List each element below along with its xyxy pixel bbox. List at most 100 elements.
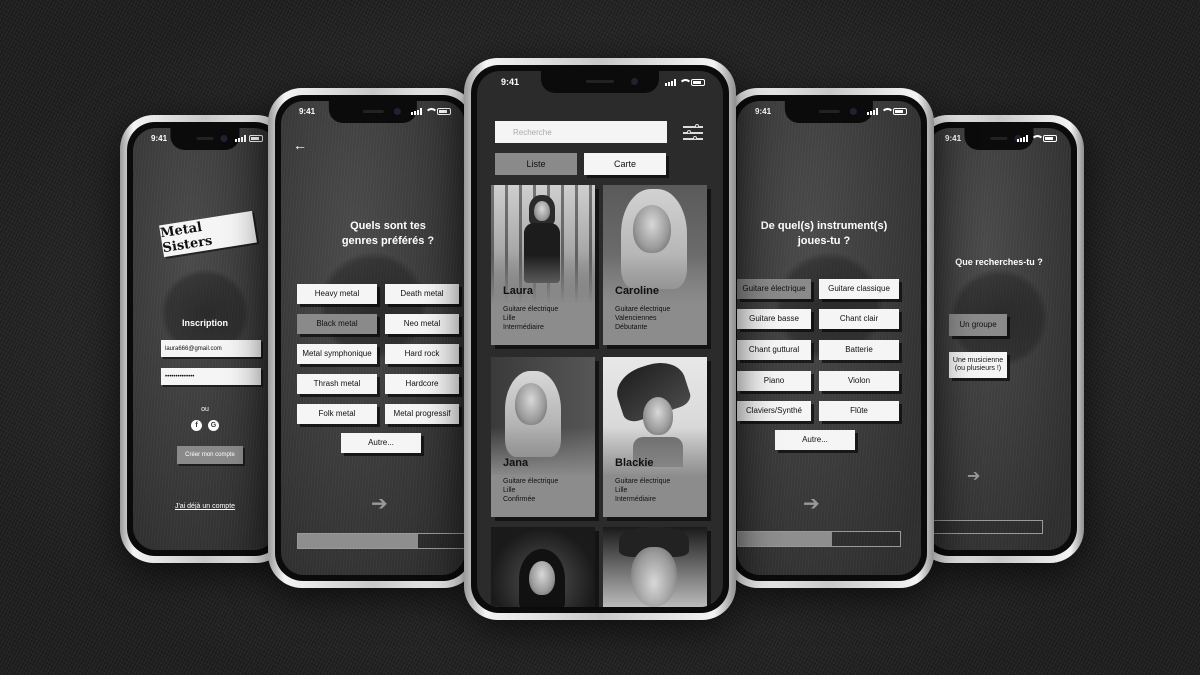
status-time: 9:41: [755, 107, 772, 116]
other-instrument-button[interactable]: Autre...: [775, 430, 855, 450]
instrument-option[interactable]: Guitare classique: [819, 279, 899, 299]
signal-icon: [867, 108, 878, 115]
back-arrow-icon[interactable]: ←: [293, 137, 307, 153]
profile-instrument: Guitare électrique: [503, 478, 559, 485]
profile-name: Blackie: [615, 457, 654, 469]
genre-option[interactable]: Folk metal: [297, 404, 377, 424]
musician-option[interactable]: Une musicienne (ou plusieurs !): [949, 352, 1007, 378]
wifi-icon: [679, 78, 692, 86]
instrument-option[interactable]: Batterie: [819, 340, 899, 360]
profile-level: Intermédiaire: [503, 324, 544, 332]
status-bar: 9:41: [927, 134, 1071, 143]
instrument-option[interactable]: Violon: [819, 371, 899, 391]
profile-card-jana[interactable]: Jana Guitare électrique Lille Confirmée: [491, 357, 595, 517]
profile-name: Laura: [503, 285, 533, 297]
search-type-screen: 9:41 Que recherches-tu ? Un groupe Une m…: [927, 128, 1071, 550]
search-input[interactable]: Recherche: [495, 121, 667, 143]
genre-option[interactable]: Heavy metal: [297, 284, 377, 304]
profile-city: Lille: [503, 315, 516, 323]
genre-option-selected[interactable]: Black metal: [297, 314, 377, 334]
genres-screen: 9:41 ← Quels sont tes genres préférés ? …: [281, 101, 465, 575]
battery-icon: [437, 108, 451, 115]
google-icon[interactable]: G: [208, 420, 219, 431]
battery-icon: [1043, 135, 1057, 142]
progress-bar: [297, 533, 465, 549]
phone-genres: 9:41 ← Quels sont tes genres préférés ? …: [268, 88, 478, 588]
group-option-selected[interactable]: Un groupe: [949, 314, 1007, 336]
profile-card-blackie[interactable]: Blackie Guitare électrique Lille Intermé…: [603, 357, 707, 517]
next-arrow-icon[interactable]: ➔: [371, 491, 388, 516]
phone-login: 9:41 Metal Sisters Inscription laura666@…: [120, 115, 290, 563]
profile-level: Intermédiaire: [615, 496, 656, 504]
profile-photo: [491, 527, 595, 607]
battery-icon: [249, 135, 263, 142]
profile-card-partial[interactable]: [491, 527, 595, 607]
phone-search-type: 9:41 Que recherches-tu ? Un groupe Une m…: [914, 115, 1084, 563]
genre-option[interactable]: Metal symphonique: [297, 344, 377, 364]
page-title: Inscription: [181, 318, 228, 328]
profile-instrument: Guitare électrique: [503, 306, 559, 313]
genre-option[interactable]: Hard rock: [385, 344, 459, 364]
tab-map[interactable]: Carte: [584, 153, 666, 175]
progress-bar: [737, 531, 901, 547]
profile-name: Jana: [503, 457, 529, 469]
instrument-option[interactable]: Chant clair: [819, 309, 899, 329]
question-line1: Quels sont tes: [350, 220, 426, 232]
genre-option[interactable]: Death metal: [385, 284, 459, 304]
status-bar: 9:41: [477, 77, 723, 87]
battery-icon: [893, 108, 907, 115]
instrument-option[interactable]: Chant guttural: [737, 340, 811, 360]
genre-option[interactable]: Hardcore: [385, 374, 459, 394]
progress-bar: [927, 520, 1043, 534]
status-bar: 9:41: [737, 107, 921, 116]
profile-card-caroline[interactable]: Caroline Guitare électrique Valenciennes…: [603, 185, 707, 345]
battery-icon: [691, 78, 705, 86]
status-bar: 9:41: [133, 134, 277, 143]
profile-card-laura[interactable]: Laura Guitare électrique Lille Intermédi…: [491, 185, 595, 345]
instrument-option[interactable]: Flûte: [819, 401, 899, 421]
facebook-icon[interactable]: f: [191, 420, 202, 431]
profile-city: Valenciennes: [615, 315, 657, 323]
phone-profile-list: 9:41 Recherche Liste Carte Laura Guitare…: [464, 58, 736, 620]
next-arrow-icon[interactable]: ➔: [967, 466, 980, 486]
profile-level: Débutante: [615, 324, 648, 332]
status-time: 9:41: [501, 77, 520, 87]
profile-city: Lille: [615, 487, 628, 495]
instrument-option[interactable]: Claviers/Synthé: [737, 401, 811, 421]
genre-option[interactable]: Metal progressif: [385, 404, 459, 424]
profile-list-screen: 9:41 Recherche Liste Carte Laura Guitare…: [477, 71, 723, 607]
wifi-icon: [425, 108, 438, 115]
wifi-icon: [1031, 135, 1044, 142]
other-genre-button[interactable]: Autre...: [341, 433, 421, 453]
genre-option[interactable]: Thrash metal: [297, 374, 377, 394]
profile-city: Lille: [503, 487, 516, 495]
login-link[interactable]: J'ai déjà un compte: [133, 503, 277, 510]
instrument-option[interactable]: Guitare basse: [737, 309, 811, 329]
question-line2: genres préférés ?: [341, 234, 435, 247]
or-label: ou: [201, 406, 209, 413]
status-time: 9:41: [945, 134, 962, 143]
password-field[interactable]: ••••••••••••••: [161, 368, 261, 385]
profile-instrument: Guitare électrique: [615, 478, 671, 485]
signal-icon: [665, 78, 676, 86]
create-account-button[interactable]: Créer mon compte: [177, 446, 243, 464]
status-bar: 9:41: [281, 107, 465, 116]
tab-list[interactable]: Liste: [495, 153, 577, 175]
question-title: Que recherches-tu ?: [955, 257, 1043, 267]
signal-icon: [411, 108, 422, 115]
filter-sliders-icon[interactable]: [683, 123, 703, 141]
genre-option[interactable]: Neo metal: [385, 314, 459, 334]
signal-icon: [1017, 135, 1028, 142]
status-time: 9:41: [299, 107, 316, 116]
signal-icon: [235, 135, 246, 142]
wifi-icon: [881, 108, 894, 115]
profile-card-partial[interactable]: [603, 527, 707, 607]
instrument-option-selected[interactable]: Guitare électrique: [737, 279, 811, 299]
profile-level: Confirmée: [503, 496, 536, 504]
email-field[interactable]: laura666@gmail.com: [161, 340, 261, 357]
instruments-screen: 9:41 De quel(s) instrument(s) joues-tu ?…: [737, 101, 921, 575]
profile-instrument: Guitare électrique: [615, 306, 671, 313]
next-arrow-icon[interactable]: ➔: [803, 491, 820, 516]
instrument-option[interactable]: Piano: [737, 371, 811, 391]
profile-photo: [603, 527, 707, 607]
